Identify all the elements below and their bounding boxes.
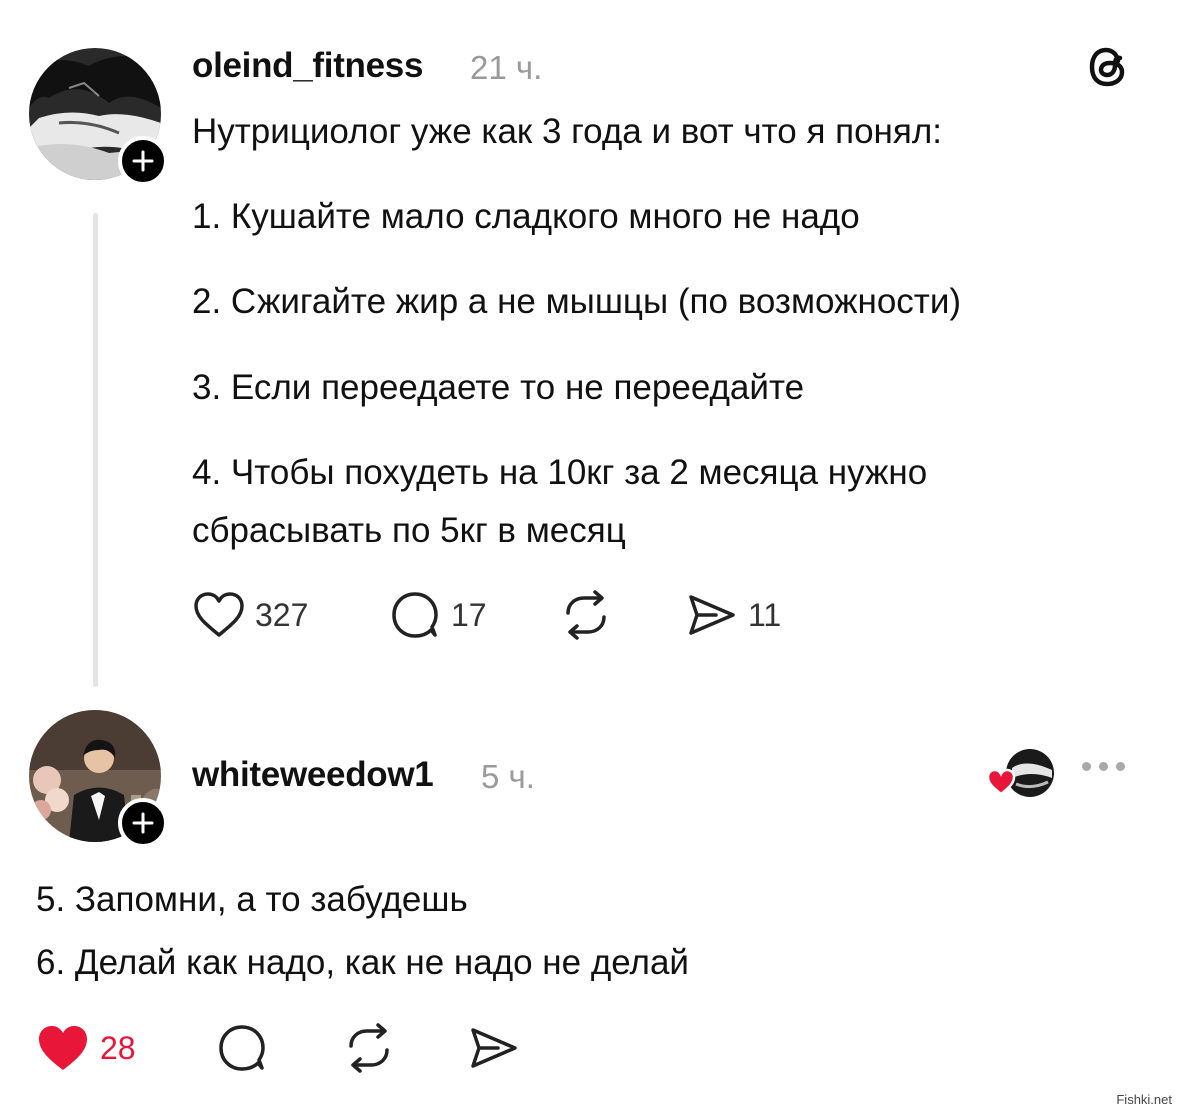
post-actions: 327 17 11 [193, 590, 781, 640]
liked-by-author-indicator[interactable] [986, 748, 1056, 800]
comment-button[interactable]: 17 [389, 590, 559, 640]
repost-button[interactable] [342, 1023, 468, 1073]
post-line-intro: Нутрициолог уже как 3 года и вот что я п… [192, 112, 942, 151]
repost-icon [349, 1023, 389, 1073]
post-line-3: 3. Если переедаете то не переедайте [192, 368, 805, 407]
like-button[interactable]: 28 [36, 1023, 216, 1073]
comment-icon [219, 1025, 265, 1071]
plus-icon [132, 812, 154, 834]
comment-icon [392, 592, 438, 638]
comment-button[interactable] [216, 1023, 342, 1073]
heart-icon [194, 592, 244, 637]
reply-actions: 28 [36, 1023, 520, 1073]
share-count: 11 [748, 596, 782, 633]
post-line-1: 1. Кушайте мало сладкого много не надо [192, 197, 860, 236]
heart-icon [39, 1026, 87, 1070]
post-line-4a: 4. Чтобы похудеть на 10кг за 2 месяца ну… [192, 453, 928, 492]
threads-logo-icon[interactable] [1083, 42, 1133, 92]
post-username[interactable]: oleind_fitness [192, 46, 423, 86]
repost-button[interactable] [559, 590, 686, 640]
more-icon[interactable] [1082, 762, 1125, 771]
share-icon [471, 1028, 517, 1068]
post-line-2: 2. Сжигайте жир а не мышцы (по возможнос… [192, 282, 962, 321]
reply-line-6: 6. Делай как надо, как не надо не делай [36, 943, 689, 982]
repost-icon [566, 590, 606, 640]
thread-line [93, 213, 98, 687]
post-line-4b: сбрасывать по 5кг в месяц [192, 511, 626, 550]
follow-button[interactable] [118, 136, 168, 186]
like-button[interactable]: 327 [193, 591, 389, 639]
post-time: 21 ч. [470, 49, 543, 86]
comment-count: 17 [451, 596, 487, 633]
watermark: Fishki.net [1116, 1092, 1172, 1107]
reply-line-5: 5. Запомни, а то забудешь [36, 880, 468, 919]
follow-button[interactable] [118, 798, 168, 848]
share-button[interactable]: 11 [686, 592, 781, 638]
heart-icon [986, 768, 1016, 796]
like-count: 327 [255, 596, 309, 633]
share-button[interactable] [468, 1025, 520, 1071]
share-icon [689, 595, 735, 635]
reply-time: 5 ч. [481, 758, 535, 795]
plus-icon [132, 150, 154, 172]
reply-username[interactable]: whiteweedow1 [192, 755, 434, 795]
like-count: 28 [100, 1029, 136, 1066]
